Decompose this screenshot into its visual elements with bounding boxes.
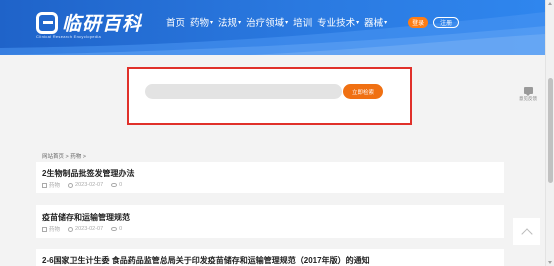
- nav-item-therapeutic-areas[interactable]: 治疗领域 ▾: [246, 15, 288, 29]
- article-category: 药物: [49, 227, 61, 233]
- nav-label: 法规: [218, 18, 238, 29]
- article-views: 0: [119, 182, 123, 188]
- scroll-down-arrow-icon[interactable]: [548, 261, 552, 264]
- register-button[interactable]: 注册: [433, 16, 460, 28]
- caret-down-icon: ▾: [210, 19, 214, 26]
- scroll-up-arrow-icon[interactable]: [548, 2, 552, 5]
- clock-icon: [68, 182, 74, 188]
- nav-label: 治疗领域: [246, 18, 285, 29]
- article-category: 药物: [49, 183, 61, 189]
- back-to-top-button[interactable]: [513, 218, 540, 245]
- nav-label: 培训: [293, 18, 313, 29]
- article-card[interactable]: 2生物制品批签发管理办法 药物 2023-02-07 0: [36, 162, 504, 193]
- login-button[interactable]: 登录: [408, 16, 429, 28]
- article-date: 2023-02-07: [75, 182, 104, 188]
- page-scrollbar[interactable]: [545, 0, 554, 266]
- eye-icon: [111, 227, 118, 231]
- eye-icon: [111, 183, 118, 187]
- caret-down-icon: ▾: [384, 19, 388, 26]
- nav-item-regulations[interactable]: 法规 ▾: [218, 15, 241, 29]
- nav-label: 首页: [166, 18, 186, 29]
- article-title[interactable]: 2生物制品批签发管理办法: [42, 168, 134, 179]
- search-panel: 立即检索: [127, 67, 412, 125]
- scrollbar-thumb[interactable]: [548, 78, 553, 183]
- feedback-label: 意见反馈: [519, 96, 537, 101]
- nav-label: 专业技术: [317, 18, 356, 29]
- article-card[interactable]: 2-6国家卫生计生委 食品药品监管总局关于印发疫苗储存和运输管理规范（2017年…: [36, 249, 504, 266]
- article-date: 2023-02-07: [75, 226, 104, 232]
- search-input[interactable]: [145, 84, 342, 99]
- chevron-up-icon: [520, 227, 533, 240]
- article-meta: 药物 2023-02-07 0: [42, 225, 122, 233]
- document-icon: [42, 226, 47, 232]
- clock-icon: [68, 226, 74, 232]
- document-icon: [42, 182, 47, 188]
- nav-label: 器械: [364, 18, 384, 29]
- nav-item-drugs[interactable]: 药物 ▾: [190, 15, 213, 29]
- chat-bubble-icon: [523, 87, 533, 96]
- search-button[interactable]: 立即检索: [343, 84, 383, 99]
- nav-item-devices[interactable]: 器械 ▾: [364, 15, 387, 29]
- article-title[interactable]: 2-6国家卫生计生委 食品药品监管总局关于印发疫苗储存和运输管理规范（2017年…: [42, 255, 370, 266]
- nav-label: 药物: [190, 18, 210, 29]
- nav-item-home[interactable]: 首页: [166, 15, 185, 29]
- site-header: 临研百科 Clinical Research Encyclopedia 首页 药…: [0, 0, 545, 55]
- main-nav: 首页 药物 ▾ 法规 ▾ 治疗领域 ▾ 培训 专业技术 ▾ 器械 ▾ 登录 注册: [166, 15, 460, 29]
- logo-subtitle: Clinical Research Encyclopedia: [36, 34, 102, 39]
- site-logo[interactable]: 临研百科: [36, 9, 142, 36]
- feedback-widget[interactable]: 意见反馈: [517, 87, 539, 102]
- article-title[interactable]: 疫苗储存和运输管理规范: [42, 212, 130, 223]
- nav-item-training[interactable]: 培训: [293, 15, 312, 29]
- nav-item-professional-tech[interactable]: 专业技术 ▾: [317, 15, 359, 29]
- article-card[interactable]: 疫苗储存和运输管理规范 药物 2023-02-07 0: [36, 205, 504, 238]
- breadcrumb[interactable]: 网站首页 > 药物 >: [42, 152, 86, 160]
- caret-down-icon: ▾: [238, 19, 242, 26]
- logo-text: 临研百科: [62, 14, 143, 35]
- article-views: 0: [119, 226, 123, 232]
- article-meta: 药物 2023-02-07 0: [42, 181, 122, 189]
- caret-down-icon: ▾: [356, 19, 360, 26]
- caret-down-icon: ▾: [285, 19, 289, 26]
- logo-mark-icon: [36, 11, 58, 34]
